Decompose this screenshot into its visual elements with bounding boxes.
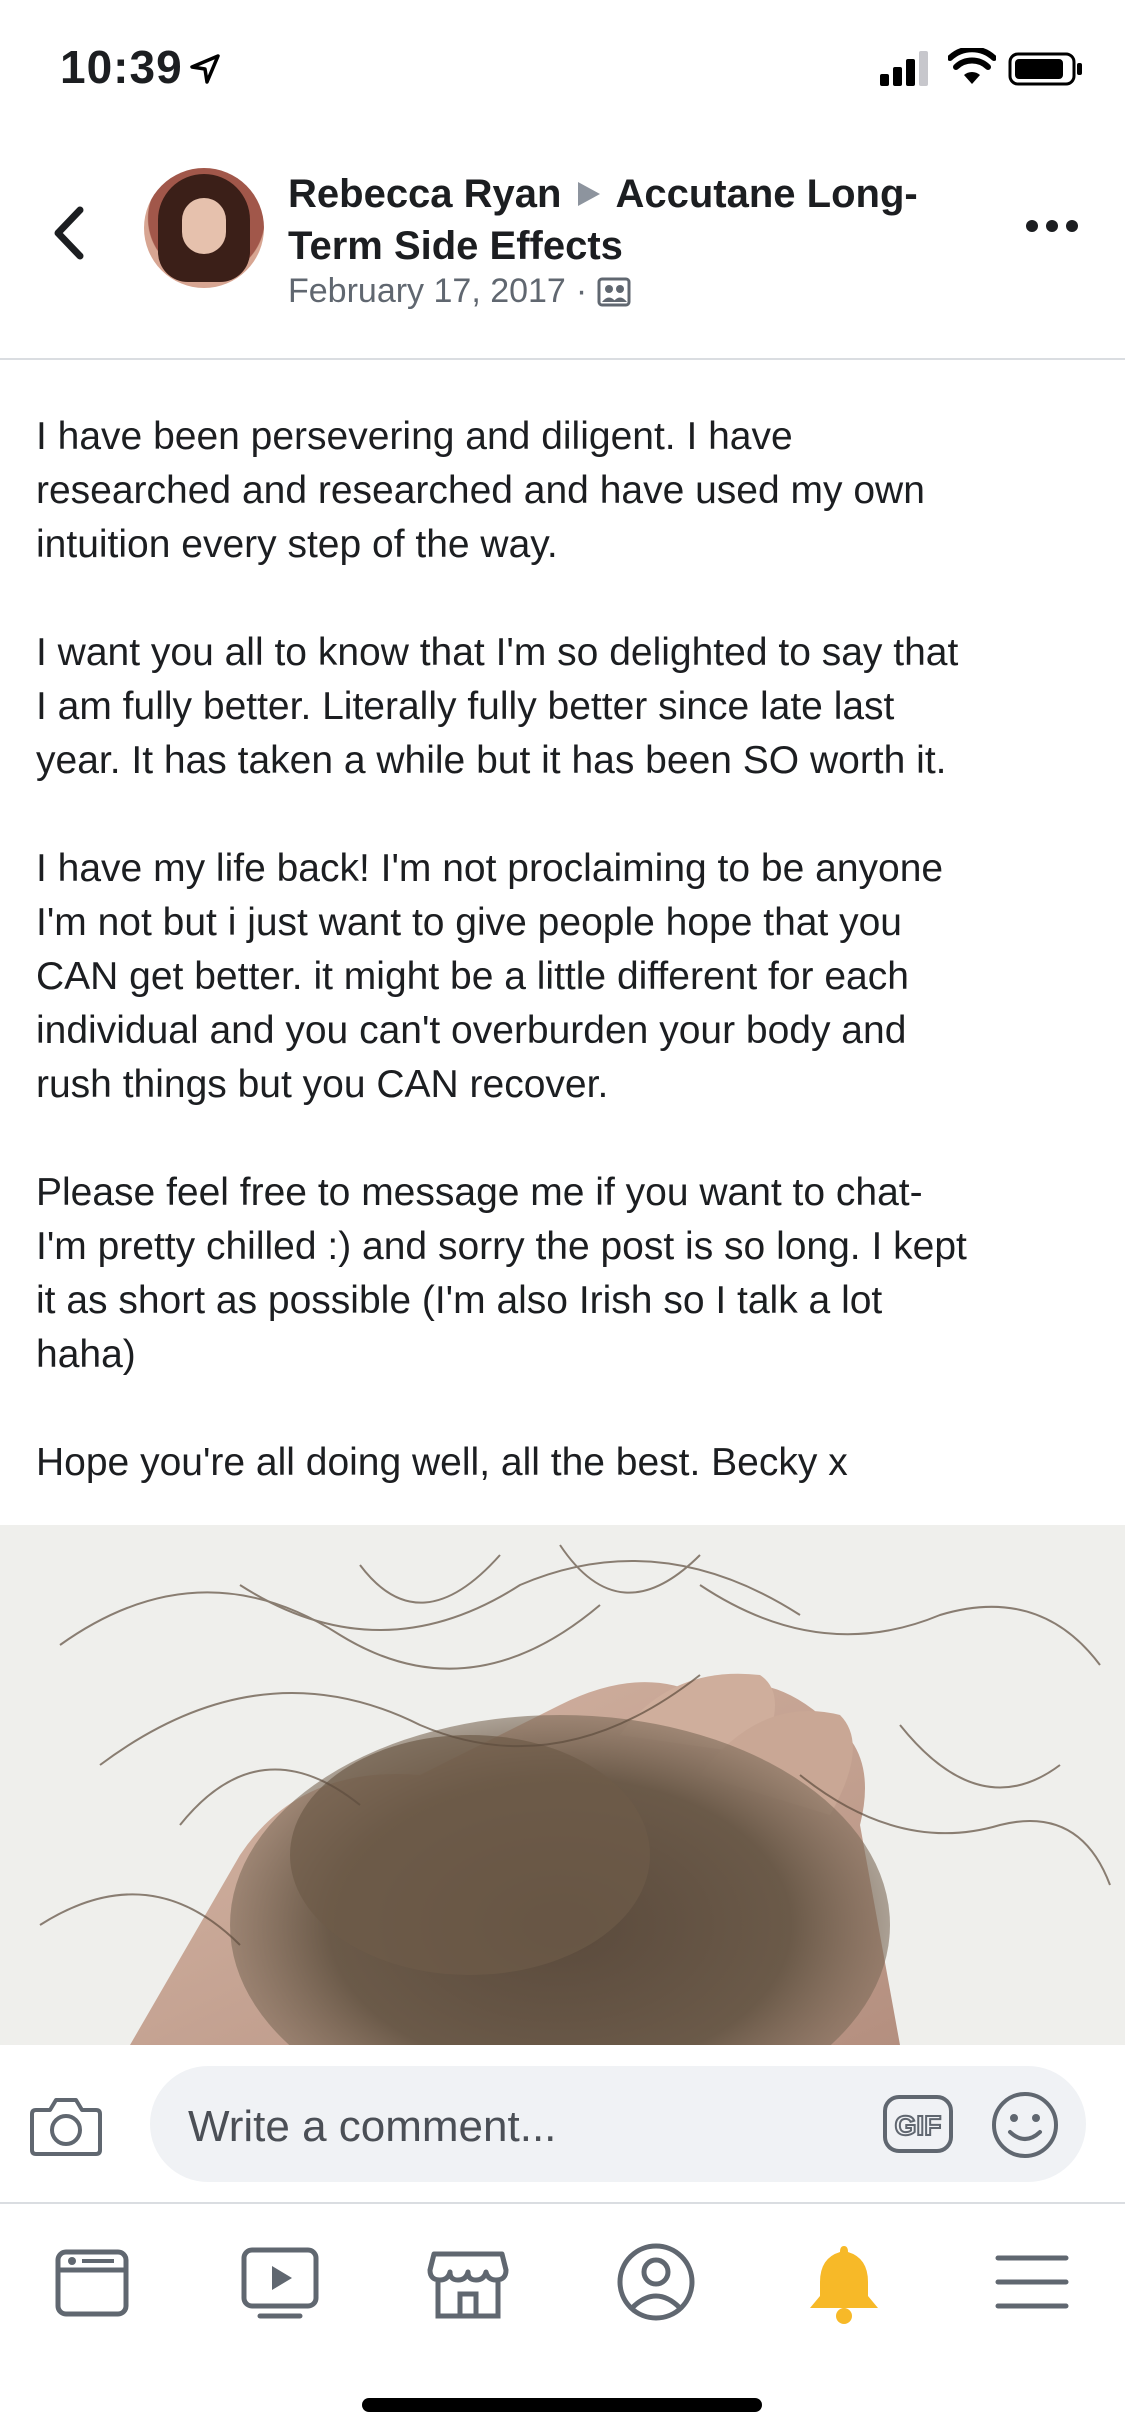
news-feed-icon[interactable] (44, 2234, 140, 2330)
post-paragraph: Hope you're all doing well, all the best… (36, 1441, 848, 1484)
post-body: I have been persevering and diligent. I … (36, 410, 1096, 1544)
wifi-icon (948, 48, 996, 84)
emoji-smile-icon[interactable] (990, 2090, 1060, 2160)
back-chevron-icon[interactable] (44, 198, 94, 268)
camera-icon[interactable] (28, 2090, 104, 2160)
author-avatar[interactable] (144, 168, 264, 288)
group-name-line2[interactable]: Term Side Effects (288, 224, 623, 268)
menu-hamburger-icon[interactable] (984, 2234, 1080, 2330)
cellular-signal-icon (880, 51, 928, 86)
status-bar: 10:39 (0, 0, 1125, 140)
hand-holding-hair-image (0, 1525, 1125, 2045)
marketplace-shop-icon[interactable] (420, 2234, 516, 2330)
status-time: 10:39 (60, 41, 183, 93)
post-date[interactable]: February 17, 2017 (288, 272, 566, 311)
comment-bar: Write a comment... GIF (0, 2046, 1125, 2202)
gif-label: GIF (895, 2110, 942, 2141)
post-paragraph: I want you all to know that I'm so delig… (36, 631, 959, 782)
post-title: Rebecca Ryan Accutane Long- Term Side Eff… (288, 168, 1018, 272)
group-name-line1[interactable]: Accutane Long- (615, 172, 917, 216)
post-header: Rebecca Ryan Accutane Long- Term Side Eff… (0, 140, 1125, 360)
watch-video-icon[interactable] (232, 2234, 328, 2330)
facebook-post-screen: 10:39 Rebecca Ryan Accutane Long- Term S… (0, 0, 1125, 2436)
profile-icon[interactable] (608, 2234, 704, 2330)
triangle-right-icon (578, 182, 601, 206)
comment-placeholder: Write a comment... (188, 2102, 557, 2151)
more-options-icon[interactable] (1024, 212, 1080, 240)
post-paragraph: Please feel free to message me if you wa… (36, 1171, 967, 1376)
post-paragraph: I have my life back! I'm not proclaiming… (36, 847, 944, 1106)
home-indicator[interactable] (362, 2398, 762, 2412)
post-meta: February 17, 2017 · (288, 272, 631, 311)
group-privacy-icon (597, 277, 631, 306)
author-name[interactable]: Rebecca Ryan (288, 172, 561, 216)
notifications-bell-icon[interactable] (796, 2234, 892, 2330)
gif-icon[interactable]: GIF (882, 2094, 954, 2154)
post-photo[interactable] (0, 1525, 1125, 2045)
battery-icon (1008, 52, 1082, 86)
meta-separator: · (575, 272, 588, 310)
avatar-face-shape (182, 198, 226, 254)
post-paragraph: I have been persevering and diligent. I … (36, 415, 925, 566)
location-arrow-icon (190, 54, 220, 84)
